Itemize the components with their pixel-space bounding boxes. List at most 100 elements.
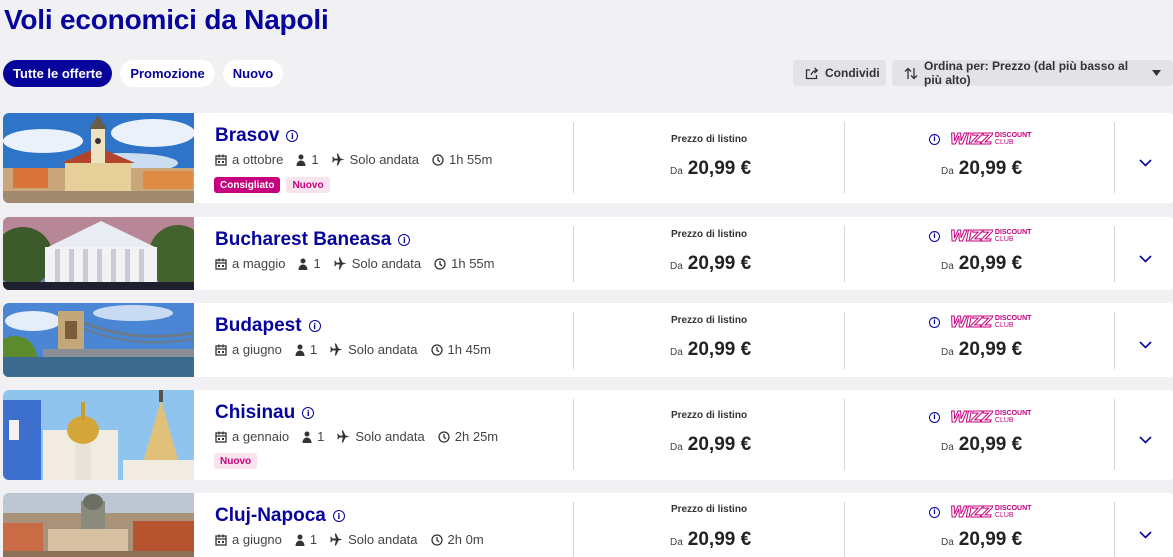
destination-photo (3, 217, 194, 290)
trip-type: Solo andata (348, 532, 418, 547)
sort-icon (904, 67, 918, 80)
filter-new[interactable]: Nuovo (222, 60, 284, 87)
destination-name: Budapest (215, 315, 302, 336)
destination-title[interactable]: Budapest i (215, 315, 321, 337)
info-icon[interactable]: i (929, 230, 940, 242)
clock-icon (430, 343, 443, 356)
travel-month: a giugno (232, 342, 282, 357)
destination-card[interactable]: Chisinau i a gennaio 1 Solo andata 2h 25… (3, 390, 1173, 480)
info-icon[interactable]: i (929, 133, 940, 145)
destination-card[interactable]: Budapest i a giugno 1 Solo andata 1h 45m… (3, 303, 1173, 377)
travel-month: a gennaio (232, 429, 290, 444)
expand-chevron-icon[interactable] (1139, 336, 1152, 354)
flight-meta: a giugno 1 Solo andata 1h 45m (215, 342, 504, 357)
plane-icon (334, 257, 347, 270)
flight-meta: a gennaio 1 Solo andata 2h 25m (215, 429, 511, 444)
from-label: Da (670, 442, 683, 453)
toolbar: Condividi Ordina per: Prezzo (dal più ba… (793, 59, 1173, 87)
expand-chevron-icon[interactable] (1139, 431, 1152, 449)
plane-icon (330, 533, 343, 546)
destination-name: Brasov (215, 125, 280, 146)
destination-title[interactable]: Bucharest Baneasa i (215, 229, 411, 251)
info-icon[interactable]: i (332, 510, 345, 522)
info-icon[interactable]: i (286, 130, 299, 142)
info-icon[interactable]: i (308, 320, 321, 332)
info-icon[interactable]: i (398, 234, 411, 246)
club-price-value: 20,99 € (958, 339, 1023, 360)
divider (1114, 312, 1115, 369)
list-price-label: Prezzo di listino (670, 315, 748, 326)
divider (844, 122, 845, 193)
wizz-discount-club-logo: WIZZ DISCOUNT CLUB (950, 313, 1032, 332)
price-value: 20,99 € (687, 529, 752, 550)
flight-meta: a giugno 1 Solo andata 2h 0m (215, 532, 497, 547)
flight-duration: 1h 45m (447, 342, 491, 357)
expand-chevron-icon[interactable] (1139, 154, 1152, 172)
expand-chevron-icon[interactable] (1139, 250, 1152, 268)
clock-icon (432, 153, 444, 166)
divider (844, 312, 845, 369)
calendar-icon (215, 344, 227, 356)
divider (573, 122, 574, 193)
info-icon[interactable]: i (929, 411, 940, 423)
from-label: Da (941, 347, 954, 358)
expand-chevron-icon[interactable] (1139, 526, 1152, 544)
list-price: Da 20,99 € (670, 529, 751, 551)
list-price: Da 20,99 € (670, 339, 751, 361)
from-label: Da (941, 537, 954, 548)
title-bold: da Napoli (204, 4, 329, 35)
info-icon[interactable]: i (302, 407, 315, 419)
flight-duration: 1h 55m (448, 152, 493, 167)
club-price: Da 20,99 € (941, 529, 1022, 551)
info-icon[interactable]: i (929, 506, 940, 518)
discount-club-header: i WIZZ DISCOUNT CLUB (929, 503, 1031, 522)
destination-card[interactable]: Cluj-Napoca i a giugno 1 Solo andata 2h … (3, 493, 1173, 557)
list-price-label: Prezzo di listino (670, 504, 748, 515)
divider (1114, 122, 1115, 193)
sort-label: Ordina per: Prezzo (dal più basso al più… (924, 59, 1129, 87)
divider (1114, 502, 1115, 557)
status-badge-new: Nuovo (286, 177, 330, 193)
club-price-value: 20,99 € (958, 434, 1023, 455)
badge-list: Nuovo (214, 453, 258, 469)
plane-icon (330, 343, 343, 356)
from-label: Da (670, 166, 683, 177)
filter-bar: Tutte le offerte Promozione Nuovo (3, 60, 284, 87)
destination-name: Bucharest Baneasa (215, 229, 392, 250)
club-price: Da 20,99 € (941, 158, 1022, 180)
flight-duration: 2h 25m (454, 429, 499, 444)
destination-title[interactable]: Brasov i (215, 125, 299, 147)
divider (844, 399, 845, 470)
plane-icon (337, 430, 350, 443)
divider (573, 502, 574, 557)
destination-card[interactable]: Bucharest Baneasa i a maggio 1 Solo anda… (3, 217, 1173, 290)
share-icon (805, 67, 819, 80)
travel-month: a ottobre (232, 152, 284, 167)
sort-dropdown[interactable]: Ordina per: Prezzo (dal più basso al più… (892, 59, 1173, 87)
calendar-icon (215, 258, 227, 270)
divider (573, 399, 574, 470)
destination-title[interactable]: Cluj-Napoca i (215, 505, 345, 527)
flight-meta: a maggio 1 Solo andata 1h 55m (215, 256, 508, 271)
destination-photo (3, 113, 194, 203)
page-title: Voli economici da Napoli (4, 4, 329, 36)
list-price: Da 20,99 € (670, 158, 751, 180)
trip-type: Solo andata (355, 429, 425, 444)
clock-icon (434, 257, 446, 270)
discount-club-header: i WIZZ DISCOUNT CLUB (929, 227, 1031, 246)
filter-promotion[interactable]: Promozione (120, 60, 215, 87)
info-icon[interactable]: i (929, 316, 940, 328)
club-price: Da 20,99 € (941, 434, 1022, 456)
destination-photo (3, 390, 194, 480)
from-label: Da (941, 261, 954, 272)
destination-card[interactable]: Brasov i a ottobre 1 Solo andata 1h 55m … (3, 113, 1173, 203)
list-price-label: Prezzo di listino (670, 410, 748, 421)
divider (1114, 399, 1115, 470)
wizz-discount-club-logo: WIZZ DISCOUNT CLUB (950, 408, 1032, 427)
destination-name: Cluj-Napoca (215, 505, 326, 526)
share-button[interactable]: Condividi (793, 60, 886, 86)
destination-title[interactable]: Chisinau i (215, 402, 315, 424)
travel-month: a maggio (232, 256, 286, 271)
filter-all-offers[interactable]: Tutte le offerte (3, 60, 113, 87)
list-price-label: Prezzo di listino (670, 229, 748, 240)
